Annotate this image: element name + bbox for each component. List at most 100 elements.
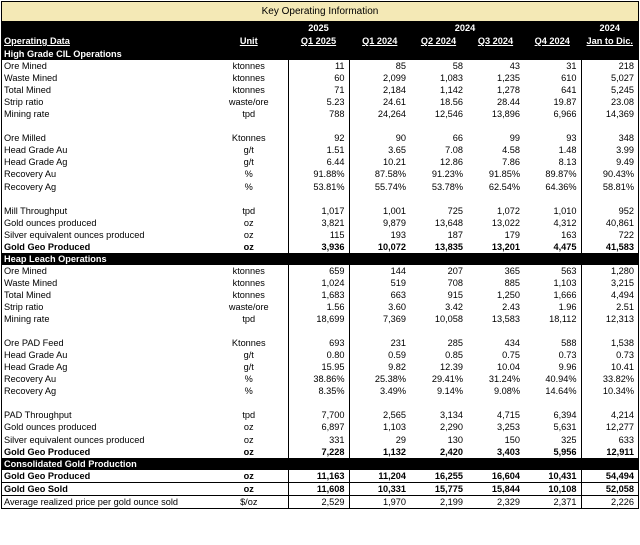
value-q1-2025: 1.56 [287,300,349,314]
value-q2-2024: 18.56 [440,97,463,108]
value-q1-2025: 115 [287,228,349,241]
col-q3-2024: Q3 2024 [467,35,524,48]
operating-data-table: 2025 2024 2024 Operating Data Unit Q1 20… [2,22,639,508]
value-q1-2025: 8.35% [287,385,349,398]
value-q3-2024: 15,844 [467,482,524,496]
col-unit: Unit [210,35,288,48]
value-q4-2024: 64.36% [545,181,577,192]
value-q1-2025: 91.88% [287,168,349,181]
row-unit: g/t [243,350,254,361]
row-label: Recovery Ag [4,386,57,397]
value-q1-2025: 1,683 [287,288,349,301]
table-body: 2025 2024 2024 Operating Data Unit Q1 20… [2,22,639,508]
value-q1-2025: 71 [287,84,349,97]
table-row: Mill Throughput tpd 1,017 1,001 725 1,072 1,01… [2,204,639,217]
value-q4-2024: 10,108 [524,482,582,496]
value-q1-2024: 29 [348,433,410,446]
spacer-row [2,120,639,133]
row-label: Mill Throughput [4,205,68,216]
row-label: Recovery Au [4,374,57,385]
value-jan-to-dic: 5,027 [580,72,639,85]
value-q4-2024: 163 [561,229,577,240]
header-period-row: Operating Data Unit Q1 2025 Q1 2024 Q2 2… [2,35,639,48]
value-q3-2024: 2.43 [502,301,520,312]
value-q4-2024: 31 [566,61,577,72]
row-unit: waste/ore [228,97,269,108]
value-q2-2024: 3.42 [445,301,463,312]
value-q4-2024: 1.48 [558,145,577,156]
value-q3-2024: 1,072 [497,205,520,216]
table-row: Silver equivalent ounces produced oz 331 29… [2,433,639,446]
value-q3-2024: 9.08% [493,386,520,397]
section-title: Heap Leach Operations [2,252,639,265]
value-q1-2024: 519 [348,276,410,289]
value-jan-to-dic: 2.51 [580,300,639,314]
row-unit: % [244,169,253,180]
value-q3-2024: 13,583 [491,314,520,325]
row-unit: oz [243,434,254,445]
value-q2-2024: 2,199 [440,496,463,507]
table-row: Mining rate tpd 788 24,264 12,546 13,896 6,966… [2,108,639,121]
row-unit: $/oz [240,496,258,507]
value-jan-to-dic: 90.43% [580,168,639,181]
value-jan-to-dic: 3.99 [580,144,639,157]
value-q3-2024: 3,253 [497,422,520,433]
value-q1-2024: 24,264 [348,108,410,121]
table-row: Total Mined ktonnes 1,683 663 915 1,250 1,666 4… [2,288,639,301]
value-jan-to-dic: 4,494 [580,288,639,301]
value-q4-2024: 4,475 [553,241,577,252]
value-q2-2024: 285 [447,338,463,349]
value-q4-2024: 5,631 [553,422,577,433]
value-jan-to-dic: 218 [580,60,639,73]
value-q3-2024: 4.58 [502,145,520,156]
value-q1-2024: 1,001 [348,204,410,217]
value-jan-to-dic: 3,215 [580,276,639,289]
value-q2-2024: 3,134 [440,410,463,421]
value-q2-2024: 13,835 [434,241,463,252]
row-label: Silver equivalent ounces produced [4,229,145,240]
table-row: Recovery Ag% 53.81% 55.74% 53.78% 62.54% 64.3… [2,180,639,193]
row-label: Gold Geo Produced [2,469,210,483]
value-jan-to-dic: 14,369 [580,108,639,121]
table-row: Gold Geo Produced oz 7,228 1,132 2,420 3,403 5… [2,445,639,458]
row-label: Gold Geo Sold [2,482,210,496]
value-q1-2025: 6,897 [287,421,349,434]
value-q4-2024: 641 [561,85,577,96]
value-q3-2024: 13,022 [491,217,520,228]
row-unit: oz [210,482,288,496]
value-q4-2024: 1,666 [553,289,577,300]
value-q4-2024: 89.87% [545,169,577,180]
table-row: Ore PAD Feed Ktonnes 693 231 285 434 588 1,538 [2,337,639,350]
value-jan-to-dic: 12,277 [580,421,639,434]
value-q2-2024: 2,290 [440,422,463,433]
value-q1-2024: 2,184 [348,84,410,97]
row-label: Ore PAD Feed [4,338,64,349]
value-q1-2024: 1,103 [348,421,410,434]
value-q1-2024: 663 [348,288,410,301]
value-q1-2025: 60 [287,72,349,85]
value-jan-to-dic: 5,245 [580,84,639,97]
row-label: Recovery Au [4,169,57,180]
value-q3-2024: 7.86 [502,157,520,168]
value-q2-2024: 2,420 [440,446,463,457]
value-q1-2024: 10,072 [348,240,410,253]
table-row: Total Mined ktonnes 71 2,184 1,142 1,278 641 5,… [2,84,639,97]
value-q4-2024: 10,431 [524,469,582,483]
value-q2-2024: 10,058 [434,314,463,325]
row-unit: ktonnes [232,277,265,288]
value-jan-to-dic: 722 [580,228,639,241]
value-q3-2024: 3,403 [497,446,520,457]
value-q3-2024: 16,604 [467,469,524,483]
value-q1-2024: 87.58% [348,168,410,181]
value-jan-to-dic: 633 [580,433,639,446]
table-row: Average realized price per gold ounce so… [2,495,639,508]
value-q4-2024: 19.87 [553,97,577,108]
col-q4-2024: Q4 2024 [524,35,582,48]
table-row: Waste Mined ktonnes 60 2,099 1,083 1,235 610 5,… [2,72,639,85]
row-unit: oz [243,229,254,240]
row-label: Gold ounces produced [4,217,97,228]
table-row: Head Grade Au g/t 0.80 0.59 0.85 0.75 0.73 0.73 [2,349,639,362]
table-row: Ore Mined ktonnes 11 85 58 43 31 218 [2,60,639,73]
value-q4-2024: 6,966 [553,109,577,120]
row-unit: ktonnes [232,73,265,84]
